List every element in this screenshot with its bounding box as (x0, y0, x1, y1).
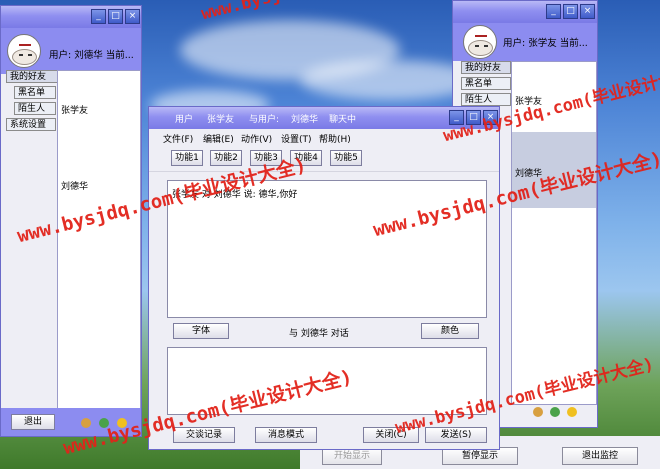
tab-blacklist[interactable]: 黑名单 (14, 86, 56, 99)
close-button[interactable]: × (125, 9, 140, 24)
globe-icon[interactable] (533, 407, 543, 417)
people-icon[interactable] (550, 407, 560, 417)
smile-icon[interactable] (567, 407, 577, 417)
chat-window-titlebar: 用户 张学友 与用户: 刘德华 聊天中 _ □ × (149, 107, 499, 129)
maximize-button[interactable]: □ (563, 4, 578, 19)
close-chat-button[interactable]: 关闭(C) (363, 427, 419, 443)
tab-strangers[interactable]: 陌生人 (461, 93, 511, 106)
chat-history-button[interactable]: 交谈记录 (173, 427, 235, 443)
friend-item[interactable]: 张学友 (515, 94, 542, 107)
tab-strangers[interactable]: 陌生人 (14, 102, 56, 115)
message-mode-button[interactable]: 消息模式 (255, 427, 317, 443)
chat-window: 用户 张学友 与用户: 刘德华 聊天中 _ □ × 文件(F) 编辑(E) 动作… (148, 106, 500, 450)
avatar (463, 25, 497, 59)
smile-icon[interactable] (117, 418, 127, 428)
font-button[interactable]: 字体 (173, 323, 229, 339)
tab-blacklist[interactable]: 黑名单 (461, 77, 511, 90)
chat-title-peer: 刘德华 (291, 115, 319, 125)
right-user-header: 用户: 张学友 当前... (453, 23, 597, 61)
function-2-button[interactable]: 功能2 (210, 150, 242, 166)
left-window-titlebar: _ □ × (1, 6, 141, 28)
function-5-button[interactable]: 功能5 (330, 150, 362, 166)
globe-icon[interactable] (81, 418, 91, 428)
left-user-label: 用户: 刘德华 当前... (49, 50, 134, 61)
message-history-area[interactable]: 张学友 对 刘德华 说: 德华,你好 (167, 180, 487, 318)
menu-file[interactable]: 文件(F) (163, 132, 193, 145)
left-friend-window: _ □ × 用户: 刘德华 当前... 我的好友 黑名单 陌生人 系统设置 张学… (0, 5, 142, 437)
function-3-button[interactable]: 功能3 (250, 150, 282, 166)
avatar (7, 34, 41, 68)
maximize-button[interactable]: □ (108, 9, 123, 24)
send-button[interactable]: 发送(S) (425, 427, 487, 443)
left-friend-list: 张学友 刘德华 (57, 70, 141, 410)
function-1-button[interactable]: 功能1 (171, 150, 203, 166)
message-input-area[interactable] (167, 347, 487, 415)
color-button[interactable]: 颜色 (421, 323, 479, 339)
minimize-button[interactable]: _ (449, 110, 464, 125)
menu-help[interactable]: 帮助(H) (319, 132, 351, 145)
minimize-button[interactable]: _ (91, 9, 106, 24)
chat-message: 张学友 对 刘德华 说: 德华,你好 (172, 190, 298, 200)
menu-settings[interactable]: 设置(T) (281, 132, 312, 145)
dialog-label: 与 刘德华 对话 (289, 329, 349, 339)
tab-my-friends[interactable]: 我的好友 (461, 61, 511, 74)
left-user-header: 用户: 刘德华 当前... (1, 28, 141, 74)
tab-system-settings[interactable]: 系统设置 (6, 118, 56, 131)
exit-monitor-button[interactable]: 退出监控 (562, 447, 638, 465)
logout-button[interactable]: 退出 (11, 414, 55, 430)
chat-title-user: 张学友 (207, 115, 235, 125)
chat-title-user-label: 用户 (175, 115, 194, 125)
close-button[interactable]: × (483, 110, 498, 125)
tab-my-friends[interactable]: 我的好友 (6, 70, 58, 83)
close-button[interactable]: × (580, 4, 595, 19)
chat-title-with: 与用户: (249, 115, 280, 125)
maximize-button[interactable]: □ (466, 110, 481, 125)
function-toolbar: 功能1 功能2 功能3 功能4 功能5 (149, 146, 499, 172)
friend-item[interactable]: 刘德华 (515, 166, 542, 179)
friend-item[interactable]: 刘德华 (61, 179, 88, 192)
right-friend-list: 张学友 刘德华 (511, 61, 597, 405)
menu-bar: 文件(F) 编辑(E) 动作(V) 设置(T) 帮助(H) (149, 129, 499, 146)
function-4-button[interactable]: 功能4 (290, 150, 322, 166)
minimize-button[interactable]: _ (546, 4, 561, 19)
right-window-titlebar: _ □ × (453, 1, 597, 23)
friend-item[interactable]: 张学友 (61, 103, 88, 116)
chat-title-status: 聊天中 (329, 115, 357, 125)
menu-action[interactable]: 动作(V) (241, 132, 272, 145)
right-user-label: 用户: 张学友 当前... (503, 38, 588, 49)
menu-edit[interactable]: 编辑(E) (203, 132, 234, 145)
people-icon[interactable] (99, 418, 109, 428)
